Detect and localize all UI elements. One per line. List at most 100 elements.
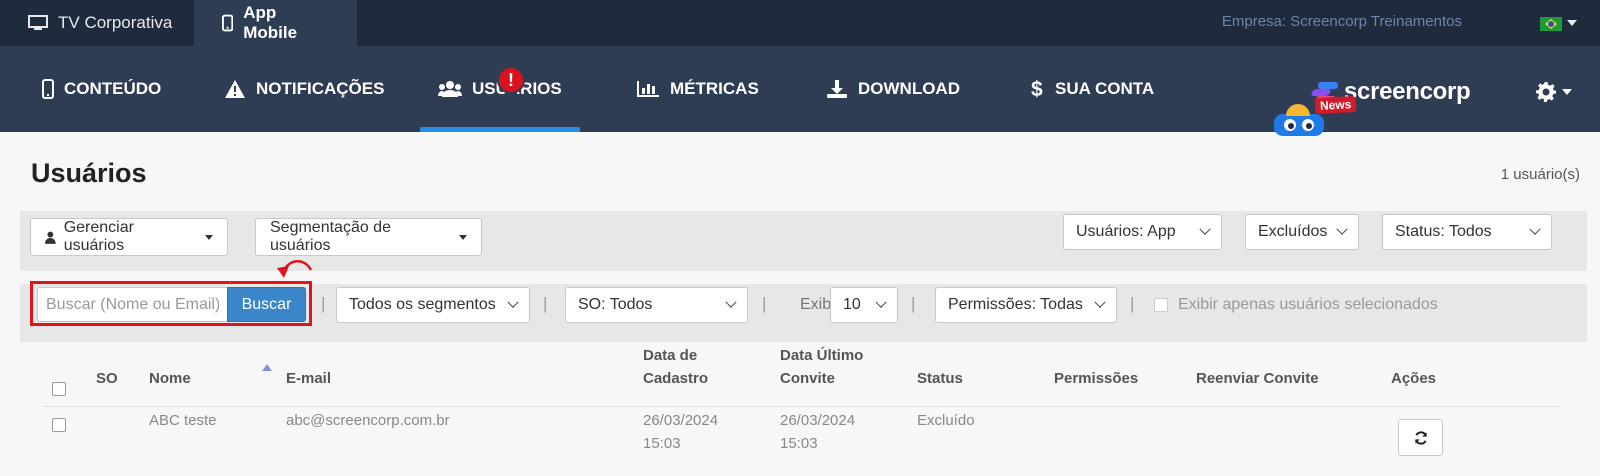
row-created: 26/03/2024 15:03 bbox=[643, 409, 718, 455]
separator: | bbox=[762, 294, 767, 313]
news-badge[interactable]: News bbox=[1314, 95, 1357, 115]
users-type-value: Usuários: App bbox=[1076, 223, 1176, 240]
only-selected-checkbox[interactable] bbox=[1154, 298, 1168, 312]
search-button[interactable]: Buscar bbox=[227, 287, 306, 322]
col-name[interactable]: Nome bbox=[149, 367, 191, 390]
monitor-icon bbox=[28, 15, 48, 30]
status-select[interactable]: Status: Todos bbox=[1382, 214, 1552, 250]
nav-metricas[interactable]: MÉTRICAS bbox=[636, 46, 759, 132]
row-created-time: 15:03 bbox=[643, 435, 681, 452]
col-permissions: Permissões bbox=[1054, 370, 1139, 387]
search-input[interactable] bbox=[37, 287, 227, 322]
nav-download-label: DOWNLOAD bbox=[858, 79, 960, 98]
nav-conteudo[interactable]: CONTEÚDO bbox=[42, 46, 161, 132]
row-checkbox[interactable] bbox=[52, 418, 66, 432]
row-name: ABC teste bbox=[149, 412, 217, 429]
gear-icon bbox=[1536, 82, 1556, 102]
top-bar: TV Corporativa App Mobile Empresa: Scree… bbox=[0, 0, 1600, 46]
nav-sua-conta-label: SUA CONTA bbox=[1055, 79, 1155, 98]
chevron-down-icon bbox=[1562, 89, 1572, 95]
page-size-select[interactable]: 10 bbox=[830, 287, 898, 323]
chevron-down-icon bbox=[507, 296, 519, 308]
tab-tv-corporativa-label: TV Corporativa bbox=[58, 13, 173, 32]
manage-users-label: Gerenciar usuários bbox=[63, 219, 134, 254]
col-actions: Ações bbox=[1391, 370, 1437, 387]
alert-badge: ! bbox=[497, 66, 525, 94]
col-last-invite[interactable]: Data Último Convite bbox=[780, 344, 863, 390]
tab-app-mobile[interactable]: App Mobile bbox=[194, 0, 357, 46]
dollar-icon: $ bbox=[1031, 78, 1043, 100]
page-title: Usuários bbox=[31, 158, 147, 188]
status-value: Status: Todos bbox=[1395, 223, 1492, 240]
chevron-down-icon bbox=[1336, 223, 1348, 235]
separator: | bbox=[543, 294, 548, 313]
segmentation-button[interactable]: Segmentação de usuários bbox=[255, 218, 482, 256]
row-invite-time: 15:03 bbox=[780, 435, 818, 452]
col-created-line2: Cadastro bbox=[643, 370, 709, 387]
os-value: SO: Todos bbox=[578, 296, 653, 313]
row-invite-date: 26/03/2024 bbox=[780, 412, 856, 429]
users-type-select[interactable]: Usuários: App bbox=[1063, 214, 1222, 250]
chevron-down-icon[interactable] bbox=[1567, 20, 1577, 26]
reactivate-button[interactable] bbox=[1398, 419, 1443, 456]
col-created[interactable]: Data de Cadastro bbox=[643, 344, 708, 390]
svg-text:$: $ bbox=[1031, 78, 1043, 100]
nav-notificacoes-label: NOTIFICAÇÕES bbox=[256, 79, 385, 98]
chevron-down-icon bbox=[875, 296, 887, 308]
permissions-value: Permissões: Todas bbox=[948, 296, 1083, 313]
users-icon bbox=[438, 81, 462, 97]
segments-select[interactable]: Todos os segmentos bbox=[336, 287, 530, 323]
col-email[interactable]: E-mail bbox=[286, 367, 331, 390]
download-icon bbox=[827, 80, 847, 98]
col-so[interactable]: SO bbox=[96, 367, 118, 390]
settings-menu[interactable] bbox=[1536, 82, 1572, 102]
col-created-line1: Data de bbox=[643, 347, 698, 364]
nav-metricas-label: MÉTRICAS bbox=[670, 79, 759, 98]
only-selected-label: Exibir apenas usuários selecionados bbox=[1178, 296, 1438, 313]
mobile-icon bbox=[42, 79, 54, 99]
user-icon bbox=[45, 231, 56, 244]
brazil-flag-icon[interactable] bbox=[1540, 17, 1562, 31]
separator: | bbox=[1130, 294, 1135, 313]
header-divider bbox=[43, 406, 1560, 407]
col-last-invite-line2: Convite bbox=[780, 370, 836, 387]
chevron-down-icon bbox=[1529, 223, 1541, 235]
bar-chart-icon bbox=[637, 81, 659, 97]
excluded-value: Excluídos bbox=[1258, 223, 1328, 240]
tab-tv-corporativa[interactable]: TV Corporativa bbox=[0, 0, 200, 46]
caret-down-icon bbox=[205, 234, 213, 240]
separator: | bbox=[321, 294, 326, 313]
row-status: Excluído bbox=[917, 412, 975, 429]
nav-notificacoes[interactable]: NOTIFICAÇÕES bbox=[224, 46, 384, 132]
nav-sua-conta[interactable]: $ SUA CONTA bbox=[1031, 46, 1154, 132]
col-resend: Reenviar Convite bbox=[1196, 370, 1319, 387]
manage-users-button[interactable]: Gerenciar usuários bbox=[30, 218, 228, 256]
select-all-checkbox[interactable] bbox=[52, 382, 66, 396]
refresh-icon bbox=[1414, 430, 1427, 445]
separator: | bbox=[911, 294, 916, 313]
mobile-icon bbox=[222, 14, 234, 32]
col-last-invite-line1: Data Último bbox=[780, 347, 864, 364]
page-size-value: 10 bbox=[843, 296, 861, 313]
sort-asc-icon bbox=[262, 364, 272, 371]
chevron-down-icon bbox=[725, 296, 737, 308]
caret-down-icon bbox=[459, 234, 467, 240]
warning-icon bbox=[225, 80, 245, 98]
col-status[interactable]: Status bbox=[917, 367, 963, 390]
company-name: Empresa: Screencorp Treinamentos bbox=[1221, 13, 1462, 30]
chevron-down-icon bbox=[1199, 223, 1211, 235]
row-created-date: 26/03/2024 bbox=[643, 412, 719, 429]
nav-conteudo-label: CONTEÚDO bbox=[64, 79, 162, 98]
annotation-arrow-icon bbox=[277, 260, 313, 278]
excluded-select[interactable]: Excluídos bbox=[1245, 214, 1359, 250]
tab-app-mobile-label: App Mobile bbox=[243, 3, 298, 42]
row-email: abc@screencorp.com.br bbox=[286, 412, 450, 429]
segments-value: Todos os segmentos bbox=[349, 296, 496, 313]
nav-download[interactable]: DOWNLOAD bbox=[826, 46, 960, 132]
row-last-invite: 26/03/2024 15:03 bbox=[780, 409, 855, 455]
chevron-down-icon bbox=[1094, 296, 1106, 308]
segmentation-label: Segmentação de usuários bbox=[270, 219, 391, 254]
permissions-select[interactable]: Permissões: Todas bbox=[935, 287, 1117, 323]
brand-name: screencorp bbox=[1344, 78, 1471, 105]
os-select[interactable]: SO: Todos bbox=[565, 287, 748, 323]
